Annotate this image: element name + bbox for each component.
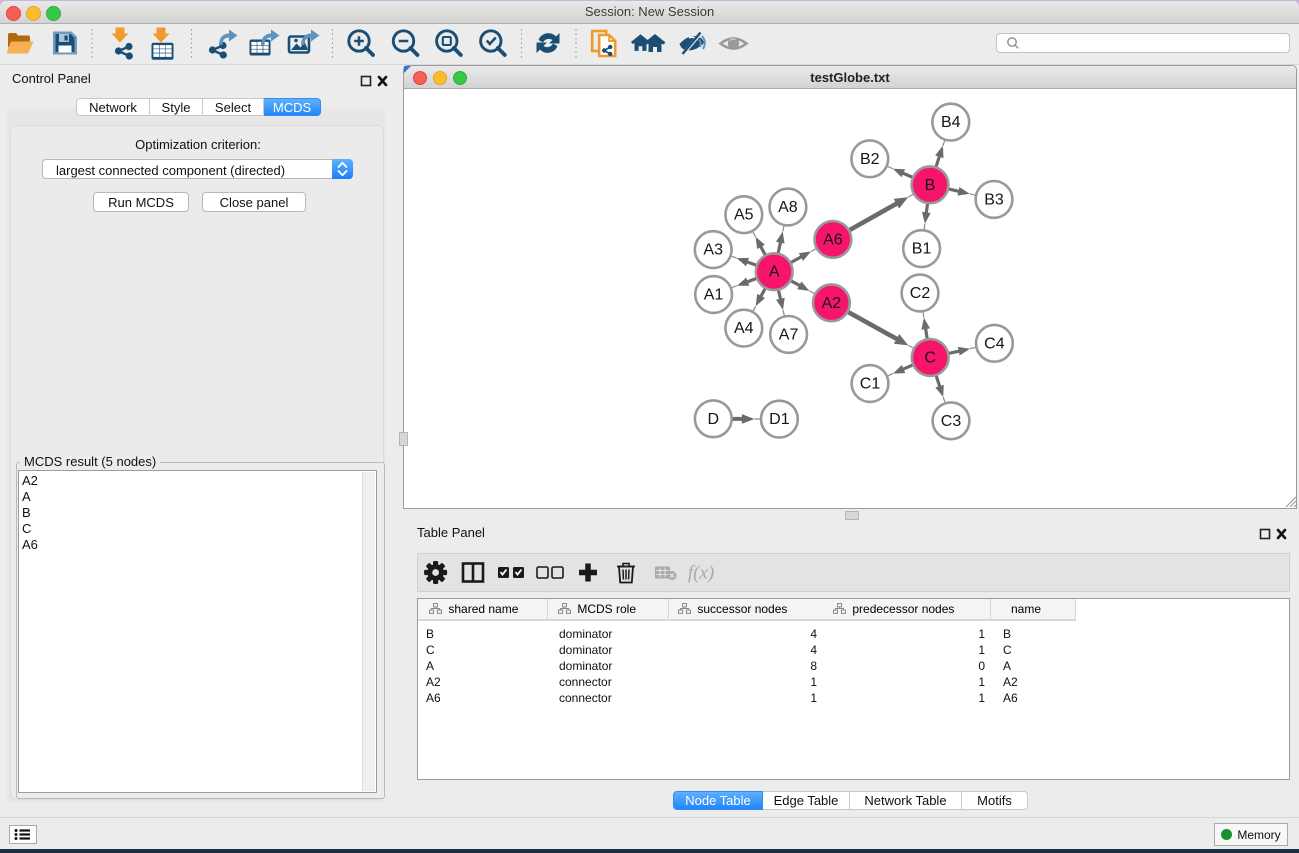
svg-text:C4: C4: [984, 335, 1005, 352]
svg-text:A3: A3: [703, 242, 723, 259]
svg-text:A7: A7: [779, 326, 799, 343]
svg-text:C: C: [924, 350, 936, 367]
svg-text:A5: A5: [734, 207, 754, 224]
svg-text:C3: C3: [941, 413, 962, 430]
svg-text:A: A: [769, 264, 780, 281]
svg-text:C1: C1: [860, 376, 881, 393]
svg-text:D1: D1: [769, 411, 790, 428]
svg-text:B4: B4: [941, 114, 961, 131]
svg-text:A1: A1: [704, 287, 724, 304]
svg-text:B: B: [925, 177, 936, 194]
svg-text:B2: B2: [860, 151, 880, 168]
svg-text:f(x): f(x): [688, 563, 714, 584]
svg-text:A6: A6: [823, 231, 843, 248]
svg-text:C2: C2: [910, 285, 931, 302]
svg-text:A2: A2: [822, 295, 842, 312]
svg-text:A4: A4: [734, 320, 754, 337]
svg-text:B3: B3: [984, 191, 1004, 208]
svg-text:D: D: [708, 411, 720, 428]
svg-text:B1: B1: [912, 241, 932, 258]
svg-text:A8: A8: [778, 199, 798, 216]
